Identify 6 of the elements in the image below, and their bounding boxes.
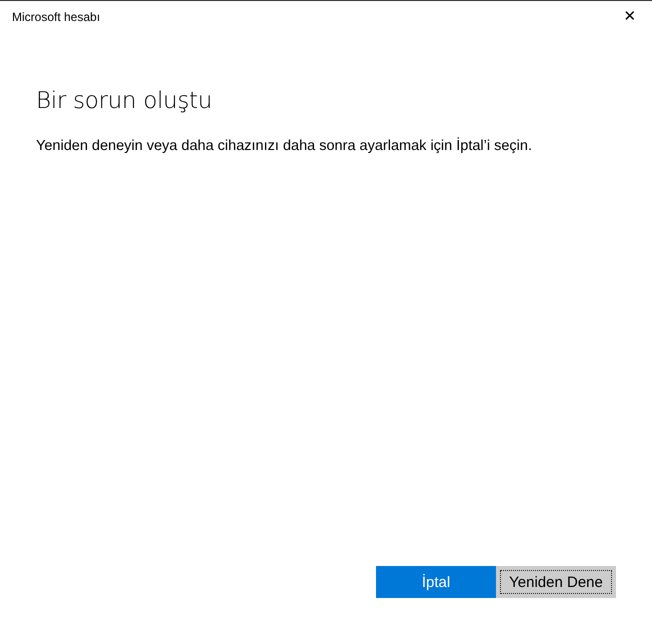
heading: Bir sorun oluştu [36, 88, 214, 114]
close-icon[interactable]: ✕ [622, 9, 638, 25]
message: Yeniden deneyin veya daha cihazınızı daha sonra ayarlamak için İptal’i seçin. [36, 138, 533, 154]
retry-button[interactable]: Yeniden Dene [496, 566, 616, 598]
window-title: Microsoft hesabı [12, 10, 100, 24]
cancel-button[interactable]: İptal [376, 566, 496, 598]
